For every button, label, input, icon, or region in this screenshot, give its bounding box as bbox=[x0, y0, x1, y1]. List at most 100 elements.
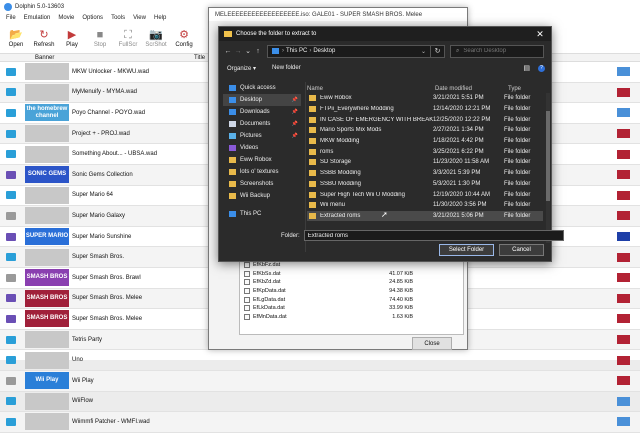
archive-file-row[interactable]: EfKbZd.dat 24.85 KiB bbox=[240, 278, 463, 287]
menu-item-help[interactable]: Help bbox=[154, 15, 166, 21]
menu-item-tools[interactable]: Tools bbox=[111, 15, 125, 21]
archive-file-row[interactable]: EfKbFz.dat bbox=[240, 261, 463, 270]
breadcrumb-this-pc[interactable]: This PC bbox=[286, 48, 307, 54]
platform-badge-icon bbox=[6, 253, 16, 262]
game-row[interactable]: Uno bbox=[0, 350, 640, 371]
stop-button[interactable]: ■ Stop bbox=[86, 23, 114, 53]
view-options-icon[interactable]: ▤ bbox=[523, 64, 530, 72]
config-button[interactable]: ⚙ Config bbox=[170, 23, 198, 53]
scrshot-button[interactable]: 📷 ScrShot bbox=[142, 23, 170, 53]
search-input[interactable] bbox=[463, 48, 536, 54]
nav-item-documents[interactable]: Documents 📌 bbox=[223, 118, 301, 130]
column-name[interactable]: Name bbox=[307, 86, 435, 92]
game-title: WiiFlow bbox=[72, 398, 93, 405]
platform-badge-icon bbox=[6, 129, 16, 138]
column-title[interactable]: Title bbox=[190, 55, 205, 61]
nav-item-wii-backup[interactable]: Wii Backup bbox=[223, 190, 301, 202]
star-icon bbox=[229, 85, 236, 91]
folder-name: roms bbox=[320, 148, 334, 155]
folder-row[interactable]: roms 3/25/2021 6:22 PM File folder bbox=[307, 146, 543, 157]
column-type[interactable]: Type bbox=[508, 86, 546, 92]
folder-type: File folder bbox=[504, 148, 531, 155]
folder-row[interactable]: Eww Robox 3/21/2021 5:51 PM File folder bbox=[307, 93, 543, 104]
game-row[interactable]: Wii Play Wii Play bbox=[0, 370, 640, 392]
folder-row[interactable]: Mario Sports Mix Mods 2/27/2021 1:34 PM Fi… bbox=[307, 125, 543, 136]
platform-badge-icon bbox=[6, 273, 16, 282]
folder-name: Wii menu bbox=[320, 202, 346, 209]
game-title: Wiimmfi Patcher - WMFI.wad bbox=[72, 418, 150, 425]
nav-item-videos[interactable]: Videos bbox=[223, 142, 301, 154]
menu-item-options[interactable]: Options bbox=[82, 15, 103, 21]
menu-item-file[interactable]: File bbox=[6, 15, 16, 21]
folder-icon bbox=[309, 202, 316, 209]
nav-item-downloads[interactable]: Downloads 📌 bbox=[223, 106, 301, 118]
platform-badge-icon bbox=[6, 88, 16, 97]
folder-row[interactable]: SSBU Modding 5/3/2021 1:30 PM File folder bbox=[307, 179, 543, 190]
nav-item-eww-robox[interactable]: Eww Robox bbox=[223, 154, 301, 166]
folder-row[interactable]: Wii menu 11/30/2020 3:56 PM File folder bbox=[307, 200, 543, 211]
fullscr-button[interactable]: ⛶ FullScr bbox=[114, 23, 142, 53]
nav-item-desktop[interactable]: Desktop 📌 bbox=[223, 94, 301, 106]
nav-item-pictures[interactable]: Pictures 📌 bbox=[223, 130, 301, 142]
back-arrow-icon[interactable]: ← bbox=[223, 48, 233, 55]
archive-file-row[interactable]: EfLkData.dat 33.99 KiB bbox=[240, 304, 463, 313]
folder-input[interactable] bbox=[303, 230, 564, 241]
up-arrow-icon[interactable]: ↑ bbox=[253, 48, 263, 55]
nav-item-label: Pictures bbox=[240, 133, 262, 139]
archive-file-row[interactable]: EfMnData.dat 1.63 KiB bbox=[240, 313, 463, 322]
platform-icon bbox=[0, 392, 22, 412]
region-flag-us-icon bbox=[617, 335, 630, 345]
menu-item-emulation[interactable]: Emulation bbox=[24, 15, 51, 21]
game-banner: SUPER MARIO bbox=[25, 228, 69, 246]
folder-row[interactable]: Super High Tech Wii U Modding 12/19/2020 … bbox=[307, 189, 543, 200]
archive-file-row[interactable]: EfKpData.dat 94.38 KiB bbox=[240, 287, 463, 296]
platform-badge-icon bbox=[6, 417, 16, 426]
column-date-modified[interactable]: Date modified bbox=[435, 86, 508, 92]
folder-row[interactable]: SSBB Modding 3/3/2021 5:39 PM File folder bbox=[307, 168, 543, 179]
game-row[interactable]: Wiimmfi Patcher - WMFI.wad bbox=[0, 412, 640, 433]
recent-locations-chevron-icon[interactable]: ⌄ bbox=[243, 47, 253, 55]
scrollbar-thumb[interactable] bbox=[546, 111, 550, 201]
menu-item-movie[interactable]: Movie bbox=[58, 15, 74, 21]
archive-file-row[interactable]: EfKbSs.dat 41.07 KiB bbox=[240, 270, 463, 279]
refresh-icon[interactable]: ↻ bbox=[431, 44, 445, 58]
nav-item-this-pc[interactable]: This PC bbox=[223, 208, 301, 220]
folder-row[interactable]: IN CASE OF EMERGENCY WITH BREAK G... 12/2… bbox=[307, 114, 543, 125]
cancel-button[interactable]: Cancel bbox=[499, 244, 544, 256]
filesystem-file-list: EfKbFz.dat EfKbSs.dat 41.07 KiB EfKbZd.dat 2… bbox=[239, 260, 464, 335]
nav-item-lots-o-textures[interactable]: lots o' textures bbox=[223, 166, 301, 178]
open-button[interactable]: 📂 Open bbox=[2, 23, 30, 53]
navigation-pane: Quick access Desktop 📌 Downloads 📌 Documents 📌… bbox=[223, 82, 301, 252]
address-dropdown-icon[interactable]: ⌄ bbox=[421, 48, 426, 55]
stop-icon: ■ bbox=[96, 28, 104, 41]
column-banner[interactable]: Banner bbox=[30, 55, 190, 61]
refresh-icon: ↻ bbox=[39, 28, 49, 41]
play-button[interactable]: ▶ Play bbox=[58, 23, 86, 53]
dialog-close-button[interactable]: ✕ bbox=[529, 27, 551, 41]
folder-name: MKW Modding bbox=[320, 138, 360, 145]
folder-row[interactable]: MKW Modding 1/18/2021 4:42 PM File folder bbox=[307, 136, 543, 147]
folder-icon bbox=[309, 116, 316, 123]
organize-button[interactable]: Organize ▾ bbox=[227, 65, 256, 72]
help-icon[interactable]: ? bbox=[538, 64, 545, 72]
address-bar[interactable]: › This PC › Desktop ⌄ bbox=[267, 44, 431, 58]
dialog-titlebar: Choose the folder to extract to ✕ bbox=[219, 27, 551, 41]
folder-row[interactable]: Extracted roms 3/21/2021 5:06 PM File fold… bbox=[307, 210, 543, 222]
game-row[interactable]: WiiFlow bbox=[0, 392, 640, 413]
nav-item-quick-access[interactable]: Quick access bbox=[223, 82, 301, 94]
refresh-button[interactable]: ↻ Refresh bbox=[30, 23, 58, 53]
new-folder-button[interactable]: New folder bbox=[272, 65, 301, 71]
forward-arrow-icon[interactable]: → bbox=[233, 48, 243, 55]
folder-row[interactable]: FTPii_Everywhere Modding 12/14/2020 12:21… bbox=[307, 104, 543, 115]
file-list-scrollbar[interactable] bbox=[546, 93, 550, 243]
search-box[interactable]: ⌕ bbox=[450, 44, 544, 58]
folder-row[interactable]: SD Storage 11/23/2020 11:58 AM File folder bbox=[307, 157, 543, 168]
breadcrumb-desktop[interactable]: Desktop bbox=[313, 48, 335, 54]
archive-file-row[interactable]: EfLgData.dat 74.40 KiB bbox=[240, 295, 463, 304]
nav-item-screenshots[interactable]: Screenshots bbox=[223, 178, 301, 190]
select-folder-button[interactable]: Select Folder bbox=[439, 244, 494, 256]
mouse-cursor-icon: ➚ bbox=[381, 210, 388, 219]
menu-item-view[interactable]: View bbox=[133, 15, 146, 21]
pane-divider[interactable] bbox=[305, 82, 306, 252]
filesystem-close-button[interactable]: Close bbox=[412, 337, 452, 350]
